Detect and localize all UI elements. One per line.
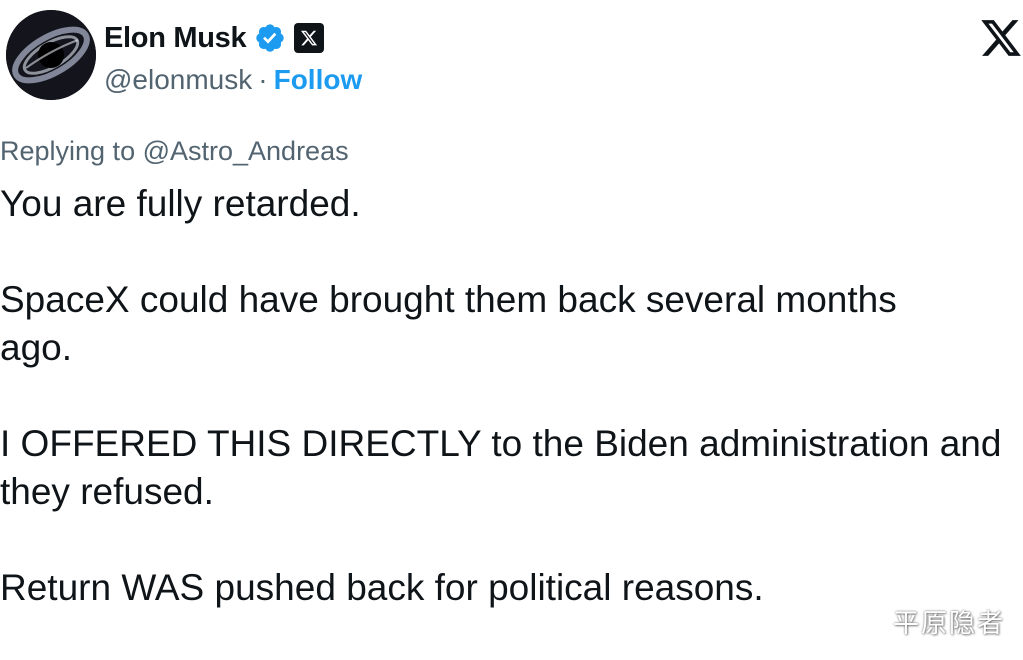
- handle-separator: ·: [258, 64, 268, 95]
- tweet-paragraph: Return WAS pushed back for political rea…: [0, 564, 1023, 612]
- tweet-paragraph: I OFFERED THIS DIRECTLY to the Biden adm…: [0, 420, 1023, 516]
- tweet-paragraph: You are fully retarded.: [0, 180, 1023, 228]
- x-affiliate-badge-icon: [294, 23, 325, 53]
- avatar[interactable]: [6, 10, 96, 100]
- replying-to-line[interactable]: Replying to @Astro_Andreas: [0, 136, 349, 167]
- watermark: 平原隐者: [892, 609, 1005, 639]
- tweet-line: they refused.: [0, 471, 214, 512]
- avatar-image: [6, 10, 96, 100]
- verified-badge-icon: [254, 22, 286, 54]
- tweet-line: Return WAS pushed back for political rea…: [0, 567, 764, 608]
- tweet-line: You are fully retarded.: [0, 183, 361, 224]
- author-name-row: Elon Musk: [104, 18, 325, 58]
- tweet-line: SpaceX could have brought them back seve…: [0, 279, 897, 320]
- author-display-name[interactable]: Elon Musk: [104, 22, 247, 55]
- author-handle-row: @elonmusk · Follow: [104, 62, 362, 98]
- follow-button[interactable]: Follow: [274, 64, 363, 96]
- tweet-paragraph: SpaceX could have brought them back seve…: [0, 276, 1023, 372]
- author-handle[interactable]: @elonmusk: [104, 64, 252, 96]
- tweet-line: I OFFERED THIS DIRECTLY to the Biden adm…: [0, 423, 1002, 464]
- x-logo-icon[interactable]: [979, 16, 1023, 60]
- tweet-text: You are fully retarded. SpaceX could hav…: [0, 180, 1023, 660]
- tweet-line: ago.: [0, 327, 73, 368]
